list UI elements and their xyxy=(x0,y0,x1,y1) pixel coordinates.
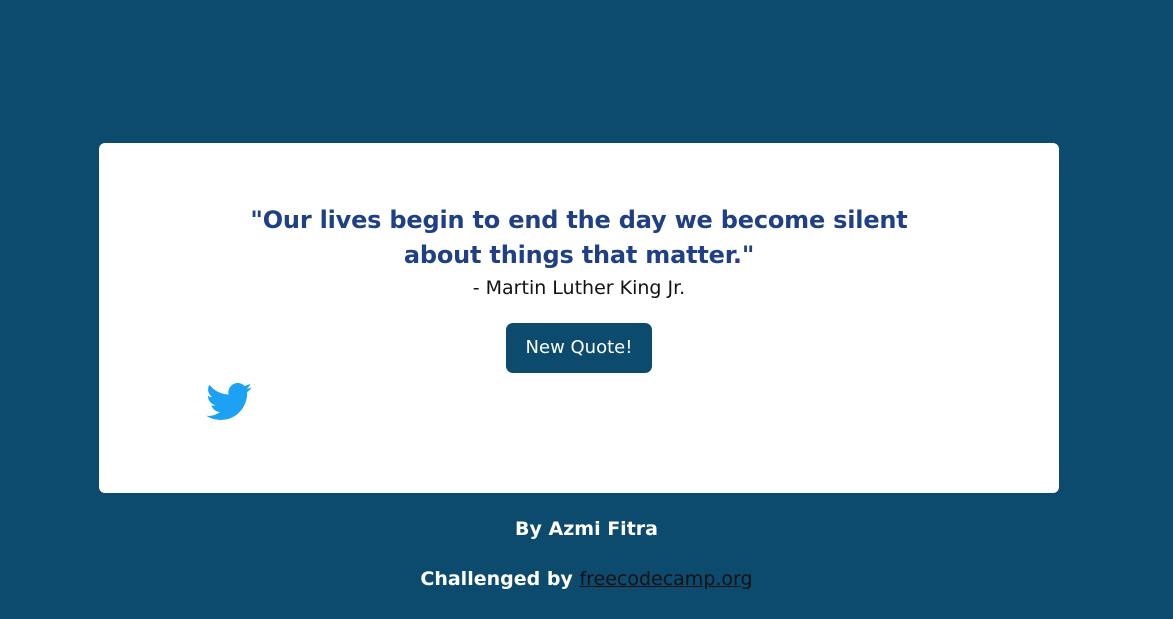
challenge-prefix: Challenged by xyxy=(420,568,573,590)
twitter-bird-icon xyxy=(206,383,252,420)
tweet-quote-link[interactable] xyxy=(206,383,252,421)
quote-author: - Martin Luther King Jr. xyxy=(472,277,686,299)
quote-text: "Our lives begin to end the day we becom… xyxy=(250,206,908,269)
quote-card: "Our lives begin to end the day we becom… xyxy=(99,143,1059,493)
new-quote-button[interactable]: New Quote! xyxy=(506,323,652,373)
footer-challenge: Challenged by freecodecamp.org xyxy=(0,565,1173,593)
freecodecamp-link[interactable]: freecodecamp.org xyxy=(579,568,752,590)
footer-author: By Azmi Fitra xyxy=(515,518,658,540)
